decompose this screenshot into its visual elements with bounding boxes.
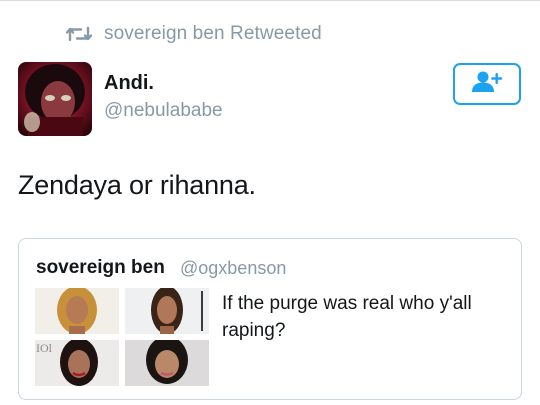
add-user-icon — [471, 70, 503, 99]
retweet-icon — [66, 25, 92, 43]
retweet-header: sovereign ben Retweeted — [66, 22, 322, 46]
quoted-author-name: sovereign ben — [36, 257, 165, 278]
avatar[interactable] — [18, 62, 92, 136]
media-photo-3[interactable]: IOl — [35, 340, 119, 386]
media-photo-1[interactable] — [35, 288, 119, 334]
retweet-label[interactable]: sovereign ben Retweeted — [104, 23, 322, 45]
media-photo-4[interactable] — [125, 340, 209, 386]
media-photo-2[interactable] — [125, 288, 209, 334]
quoted-media-grid[interactable]: IOl — [35, 288, 209, 386]
quoted-tweet-card[interactable]: sovereign ben @ogxbenson IOl If the purg… — [18, 238, 522, 400]
quoted-author-handle: @ogxbenson — [180, 258, 287, 278]
text-caret — [201, 291, 203, 331]
tweet-text: Zendaya or rihanna. — [18, 170, 256, 200]
photo-overlay-text: IOl — [36, 341, 52, 355]
quoted-tweet-text: If the purge was real who y'all raping? — [222, 293, 472, 341]
follow-button[interactable] — [453, 63, 521, 105]
author-display-name[interactable]: Andi. — [104, 72, 154, 95]
author-handle[interactable]: @nebulababe — [104, 100, 223, 122]
top-divider — [0, 0, 540, 1]
